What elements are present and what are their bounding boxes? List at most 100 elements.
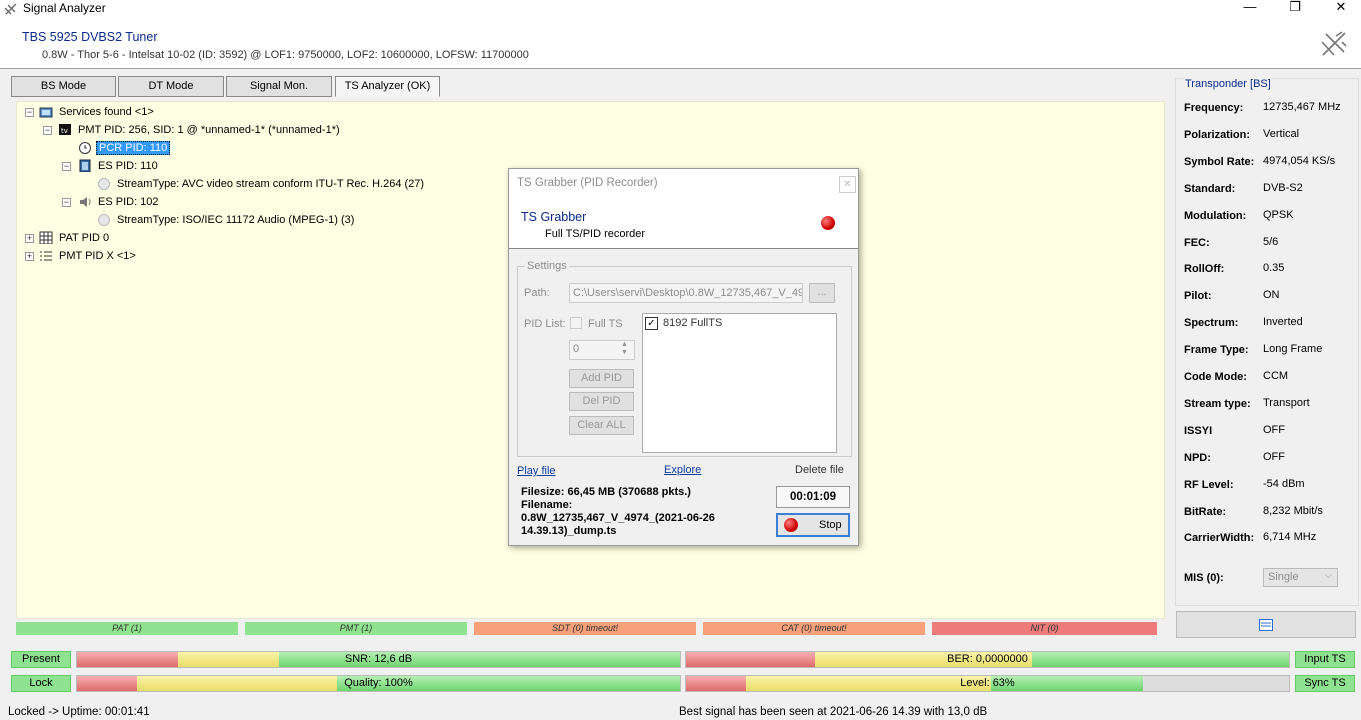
nit-status: NIT (0): [932, 622, 1157, 635]
full-ts-checkbox[interactable]: [570, 317, 582, 329]
speaker-icon: [80, 197, 91, 207]
title-bar: Signal Analyzer — ❐ ✕: [0, 0, 1361, 18]
dialog-title: TS Grabber (PID Recorder): [517, 177, 658, 189]
tree-es-video[interactable]: ES PID: 110: [98, 159, 158, 173]
film-icon: [79, 159, 91, 172]
tab-bs-mode[interactable]: BS Mode: [11, 76, 116, 97]
tp-value: Inverted: [1263, 316, 1303, 329]
tp-label: BitRate:: [1184, 505, 1227, 518]
pat-status: PAT (1): [16, 622, 238, 635]
explore-link[interactable]: Explore: [664, 464, 701, 476]
dialog-heading: TS Grabber: [521, 210, 587, 224]
list-icon: [40, 251, 52, 261]
delete-file-link[interactable]: Delete file: [795, 464, 844, 476]
stop-label: Stop: [819, 519, 842, 531]
tp-value: 12735,467 MHz: [1263, 101, 1341, 113]
tree-es-audio[interactable]: ES PID: 102: [98, 195, 159, 209]
lock-indicator: Lock: [11, 675, 71, 692]
dialog-header: TS Grabber (PID Recorder) ✕ TS Grabber F…: [509, 169, 858, 249]
play-file-link[interactable]: Play file: [517, 465, 556, 477]
tp-label: NPD:: [1184, 451, 1211, 464]
maximize-button[interactable]: ❐: [1275, 0, 1315, 16]
tp-label: Symbol Rate:: [1184, 155, 1255, 168]
tp-label: RF Level:: [1184, 478, 1234, 491]
minimize-button[interactable]: —: [1230, 0, 1270, 16]
tree-pat[interactable]: PAT PID 0: [59, 231, 109, 245]
tree-video-type[interactable]: StreamType: AVC video stream conform ITU…: [117, 177, 424, 191]
pmt-status: PMT (1): [245, 622, 467, 635]
path-field[interactable]: C:\Users\servi\Desktop\0.8W_12735,467_V_…: [569, 283, 803, 303]
tv-icon: tv: [59, 124, 71, 135]
cat-status: CAT (0) timeout!: [703, 622, 925, 635]
tp-value: -54 dBm: [1263, 477, 1305, 490]
tp-label: Modulation:: [1184, 209, 1247, 222]
add-pid-button[interactable]: Add PID: [569, 369, 634, 388]
best-signal-status: Best signal has been seen at 2021-06-26 …: [679, 706, 988, 718]
collapse-toggle[interactable]: −: [62, 198, 71, 207]
level-value: Level: 63%: [960, 677, 1015, 689]
tree-pcr[interactable]: PCR PID: 110: [96, 141, 171, 155]
pid-item-checkbox[interactable]: ✓: [645, 317, 658, 330]
stop-button[interactable]: Stop: [776, 513, 850, 537]
tp-label: Polarization:: [1184, 128, 1251, 141]
tp-label: Code Mode:: [1184, 371, 1247, 383]
tree-services[interactable]: Services found <1>: [59, 105, 154, 119]
path-label: Path:: [524, 287, 550, 299]
tree-audio-type[interactable]: StreamType: ISO/IEC 11172 Audio (MPEG-1)…: [117, 213, 354, 227]
dialog-subheading: Full TS/PID recorder: [545, 228, 646, 240]
header: TBS 5925 DVBS2 Tuner 0.8W - Thor 5-6 - I…: [0, 18, 1361, 69]
tp-label: ISSYI: [1184, 424, 1213, 437]
level-meter: Level: 63%: [685, 675, 1290, 692]
tab-dt-mode[interactable]: DT Mode: [118, 76, 224, 97]
browse-button[interactable]: ...: [809, 283, 835, 303]
tp-value: 8,232 Mbit/s: [1263, 504, 1323, 517]
tp-value: OFF: [1263, 450, 1285, 463]
expand-toggle[interactable]: +: [25, 234, 34, 243]
tp-value: ON: [1263, 289, 1280, 302]
svg-text:tv: tv: [61, 127, 68, 135]
panel-toggle-button[interactable]: [1176, 611, 1356, 638]
tp-value: Transport: [1263, 396, 1310, 409]
filename-line2: 14.39.13)_dump.ts: [521, 525, 617, 537]
tree-pmt[interactable]: PMT PID: 256, SID: 1 @ *unnamed-1* (*unn…: [78, 123, 340, 137]
tp-value: QPSK: [1263, 208, 1294, 221]
satellite-logo-icon: [1321, 31, 1347, 56]
mis-label: MIS (0):: [1184, 572, 1224, 584]
pid-list[interactable]: ✓ 8192 FullTS: [642, 313, 837, 453]
clock-icon: [79, 142, 91, 154]
tp-label: Stream type:: [1184, 397, 1251, 410]
tp-value: OFF: [1263, 423, 1285, 436]
tp-value: 0.35: [1263, 262, 1285, 275]
filename-line1: 0.8W_12735,467_V_4974_(2021-06-26: [521, 512, 715, 524]
tp-value: DVB-S2: [1263, 181, 1303, 194]
close-button[interactable]: ✕: [1321, 0, 1361, 16]
dialog-close-button[interactable]: ✕: [839, 176, 856, 193]
collapse-toggle[interactable]: −: [62, 162, 71, 171]
collapse-toggle[interactable]: −: [43, 126, 52, 135]
pid-item-label: 8192 FullTS: [663, 317, 723, 329]
collapse-toggle[interactable]: −: [25, 108, 34, 117]
tab-signal-mon[interactable]: Signal Mon.: [226, 76, 332, 97]
tp-label: Spectrum:: [1184, 317, 1239, 330]
spinner-arrows-icon[interactable]: ▲ ▼: [621, 341, 628, 357]
filesize-text: Filesize: 66,45 MB (370688 pkts.): [521, 486, 691, 498]
tab-ts-analyzer[interactable]: TS Analyzer (OK): [335, 76, 440, 97]
sync-ts-indicator: Sync TS: [1295, 675, 1355, 692]
ts-grabber-dialog: TS Grabber (PID Recorder) ✕ TS Grabber F…: [508, 168, 859, 546]
chevron-down-icon: ⌵: [1325, 570, 1332, 580]
expand-toggle[interactable]: +: [25, 252, 34, 261]
quality-value: Quality: 100%: [344, 677, 413, 689]
table-icon: [39, 231, 53, 244]
snr-value: SNR: 12,6 dB: [344, 653, 413, 665]
record-led-icon: [821, 216, 835, 230]
tree-pmtx[interactable]: PMT PID X <1>: [59, 249, 136, 263]
tp-value: CCM: [1263, 370, 1289, 382]
clear-all-button[interactable]: Clear ALL: [569, 416, 634, 435]
tp-label: Frequency:: [1184, 102, 1244, 114]
tp-label: Pilot:: [1184, 290, 1212, 303]
bullet-icon: [98, 178, 110, 190]
full-ts-label: Full TS: [588, 318, 623, 330]
filename-label: Filename:: [521, 499, 573, 511]
del-pid-button[interactable]: Del PID: [569, 392, 634, 411]
present-indicator: Present: [11, 651, 71, 668]
